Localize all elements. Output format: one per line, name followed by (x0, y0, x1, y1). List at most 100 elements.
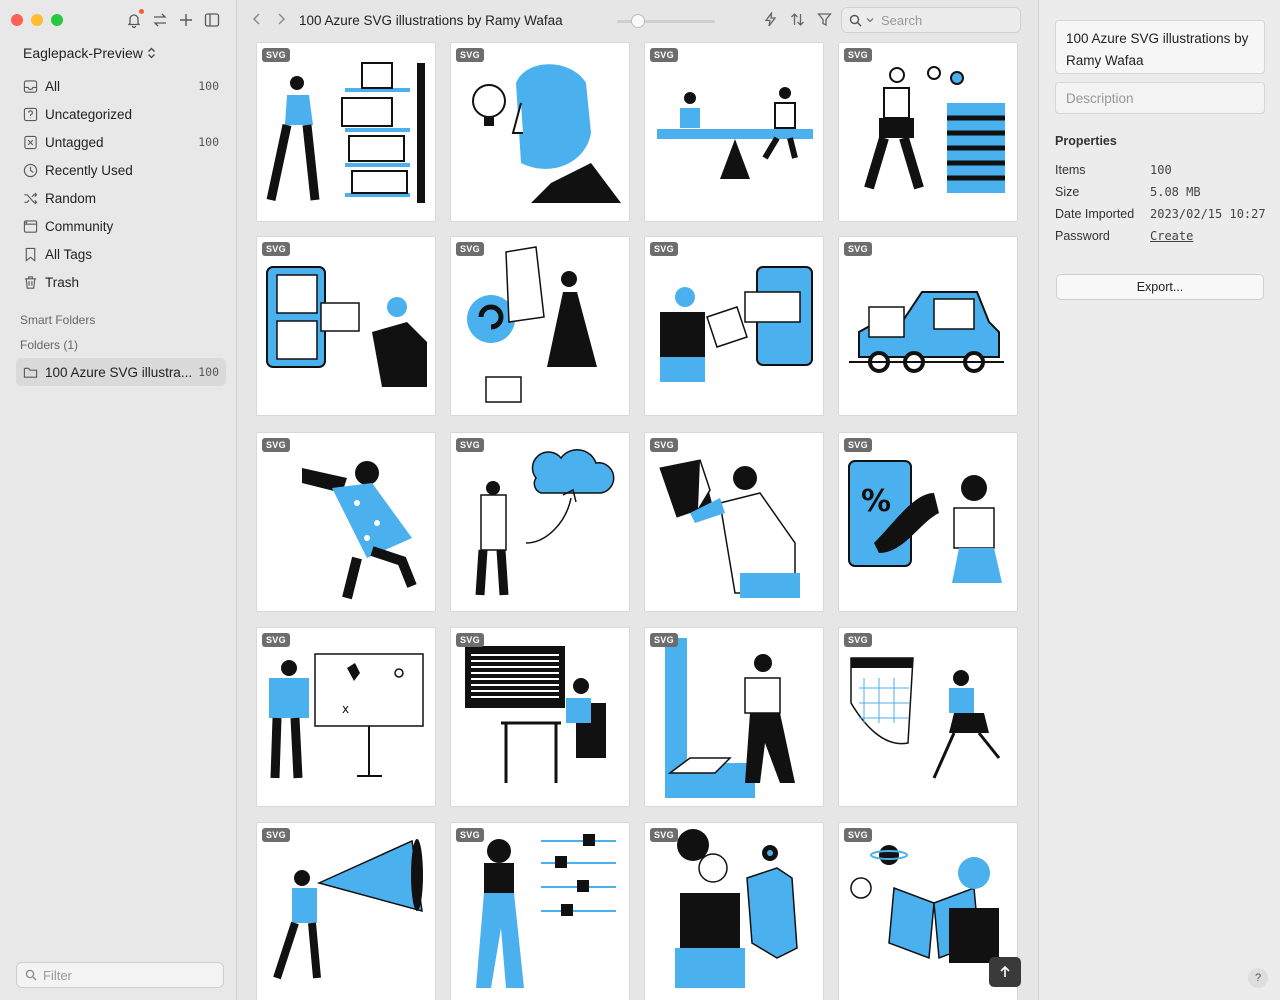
illustration-thumbnail (266, 266, 427, 387)
illustration-card[interactable]: SVG (644, 432, 824, 612)
filter-funnel-icon[interactable] (817, 12, 832, 27)
sidebar-item-label: Uncategorized (45, 106, 133, 122)
illustration-card[interactable]: SVG (838, 627, 1018, 807)
history-nav (251, 12, 287, 26)
back-arrow-icon[interactable] (251, 12, 263, 26)
search-icon (849, 14, 862, 26)
sidebar-item-uncategorized[interactable]: Uncategorized (16, 100, 226, 128)
illustration-thumbnail (665, 638, 795, 798)
search-placeholder: Search (881, 12, 923, 28)
slider-knob[interactable] (631, 14, 645, 28)
minimize-window-button[interactable] (31, 14, 43, 26)
illustration-card[interactable]: SVG (256, 432, 436, 612)
smart-folders-heading[interactable]: Smart Folders (20, 313, 95, 327)
svg-badge: SVG (650, 242, 678, 256)
illustration-card[interactable]: SVG (644, 822, 824, 1000)
inbox-icon (22, 78, 38, 94)
create-password-link[interactable]: Create (1150, 229, 1193, 243)
sidebar-item-recently-used[interactable]: Recently Used (16, 156, 226, 184)
sidebar-folder-count: 100 (198, 365, 219, 379)
illustration-card[interactable]: SVG (838, 236, 1018, 416)
sidebar-folder-item[interactable]: 100 Azure SVG illustra... 100 (16, 358, 226, 386)
sidebar-item-all-tags[interactable]: All Tags (16, 240, 226, 268)
search-icon (25, 969, 37, 981)
illustration-card[interactable]: SVG x (256, 627, 436, 807)
svg-badge: SVG (456, 242, 484, 256)
shuffle-icon (22, 190, 38, 206)
illustration-thumbnail (660, 266, 813, 382)
thumbnail-size-slider[interactable] (617, 14, 715, 28)
help-button[interactable]: ? (1248, 968, 1268, 988)
svg-badge: SVG (456, 48, 484, 62)
property-row: Date Imported 2023/02/15 10:27 (1055, 207, 1275, 221)
svg-badge: SVG (262, 48, 290, 62)
library-name: Eaglepack-Preview (23, 45, 143, 61)
property-key: Password (1055, 229, 1110, 243)
illustration-card[interactable]: SVG (450, 42, 630, 222)
illustration-thumbnail (659, 459, 800, 598)
property-value: 100 (1150, 163, 1172, 177)
property-row: Password Create (1055, 229, 1275, 243)
scroll-to-top-button[interactable] (989, 957, 1021, 987)
folders-heading[interactable]: Folders (1) (20, 338, 78, 352)
folder-title: 100 Azure SVG illustrations by Ramy Wafa… (299, 13, 563, 28)
sidebar-item-random[interactable]: Random (16, 184, 226, 212)
illustration-thumbnail: x (269, 653, 424, 779)
svg-badge: SVG (844, 828, 872, 842)
illustration-thumbnail (850, 657, 1001, 779)
filter-input[interactable]: Filter (16, 962, 224, 988)
bell-icon[interactable] (126, 9, 144, 29)
svg-badge: SVG (844, 633, 872, 647)
property-row: Items 100 (1055, 163, 1275, 177)
sidebar-item-trash[interactable]: Trash (16, 268, 226, 296)
sidebar-item-label: Recently Used (45, 162, 133, 178)
illustration-card[interactable]: SVG (256, 236, 436, 416)
sidebar-item-all[interactable]: All 100 (16, 72, 226, 100)
illustration-card[interactable]: SVG (838, 42, 1018, 222)
sidebar-item-untagged[interactable]: Untagged 100 (16, 128, 226, 156)
description-field[interactable]: Description (1055, 82, 1265, 114)
illustration-card[interactable]: SVG (450, 822, 630, 1000)
forward-arrow-icon[interactable] (275, 12, 287, 26)
untagged-icon (22, 134, 38, 150)
illustration-card[interactable]: SVG (644, 627, 824, 807)
sidebar: Eaglepack-Preview All 100 Uncategorized … (0, 0, 237, 1000)
sort-icon[interactable] (790, 12, 805, 27)
svg-text:%: % (861, 484, 891, 519)
illustration-card[interactable]: SVG (644, 236, 824, 416)
filter-placeholder: Filter (43, 967, 72, 983)
svg-badge: SVG (844, 438, 872, 452)
illustration-thumbnail (864, 66, 1005, 193)
svg-badge: SVG (650, 438, 678, 452)
chevron-down-icon[interactable] (866, 16, 874, 24)
illustration-card[interactable]: SVG (256, 822, 436, 1000)
svg-badge: SVG (844, 242, 872, 256)
illustration-card[interactable]: SVG (450, 432, 630, 612)
illustration-card[interactable]: SVG (450, 236, 630, 416)
sidebar-item-community[interactable]: Community (16, 212, 226, 240)
bolt-icon[interactable] (763, 12, 778, 27)
main-toolbar: 100 Azure SVG illustrations by Ramy Wafa… (237, 0, 1038, 40)
notification-dot (139, 9, 144, 14)
library-switcher[interactable]: Eaglepack-Preview (23, 45, 156, 61)
search-input[interactable]: Search (841, 7, 1021, 33)
close-window-button[interactable] (11, 14, 23, 26)
illustration-card[interactable]: SVG (450, 627, 630, 807)
trash-icon (22, 274, 38, 290)
illustration-thumbnail (273, 839, 423, 980)
updown-chevron-icon (147, 47, 155, 59)
sidebar-item-count: 100 (198, 79, 219, 93)
zoom-window-button[interactable] (51, 14, 63, 26)
sync-icon[interactable] (152, 11, 168, 29)
svg-badge: SVG (456, 633, 484, 647)
sidebar-toggle-icon[interactable] (204, 11, 220, 29)
illustration-card[interactable]: SVG % (838, 432, 1018, 612)
sidebar-item-label: All (45, 78, 61, 94)
illustration-card[interactable]: SVG (256, 42, 436, 222)
plus-icon[interactable] (178, 11, 194, 29)
svg-text:x: x (342, 702, 349, 716)
export-button[interactable]: Export... (1056, 274, 1264, 300)
folder-name-field[interactable]: 100 Azure SVG illustrations by Ramy Wafa… (1055, 20, 1265, 74)
property-key: Date Imported (1055, 207, 1135, 221)
illustration-card[interactable]: SVG (644, 42, 824, 222)
